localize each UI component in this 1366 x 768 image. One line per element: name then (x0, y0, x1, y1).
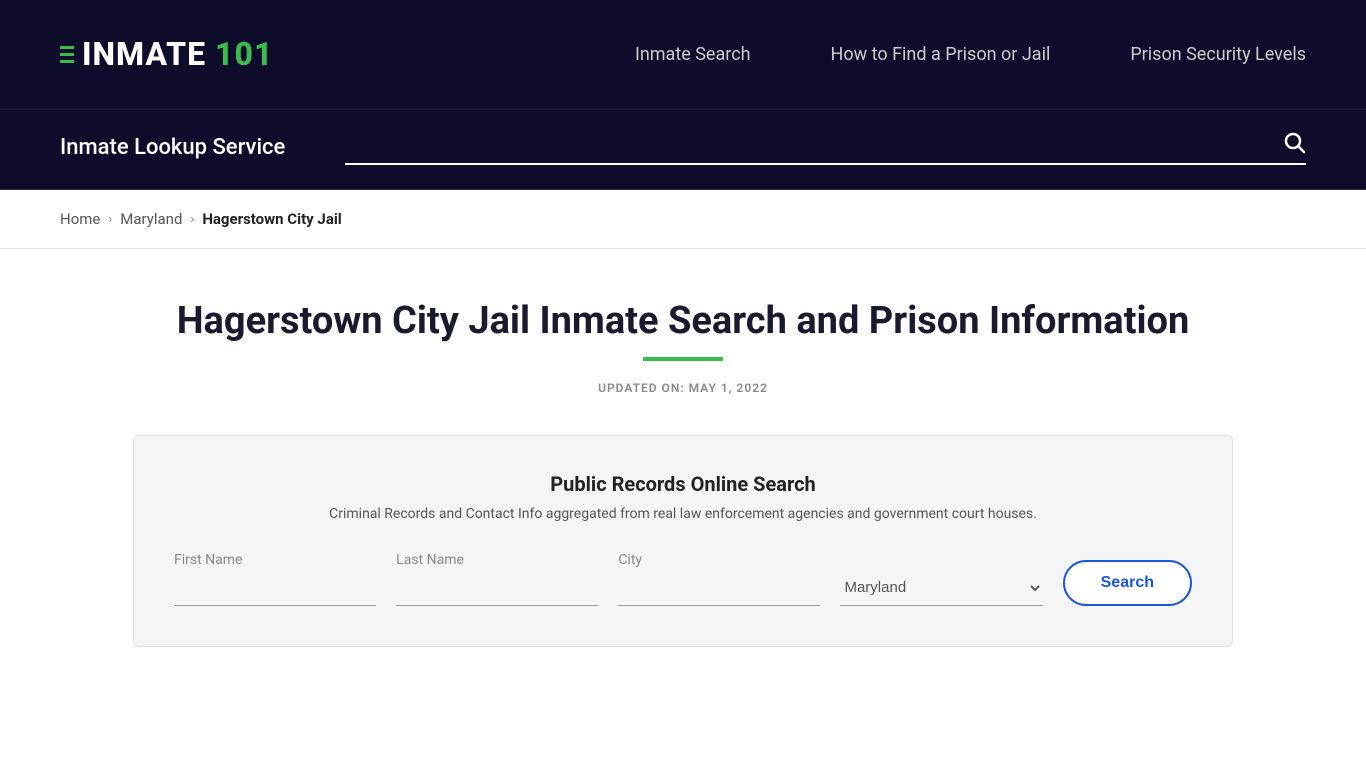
breadcrumb: Home › Maryland › Hagerstown City Jail (60, 210, 1306, 228)
public-records-desc: Criminal Records and Contact Info aggreg… (174, 506, 1192, 522)
breadcrumb-section: Home › Maryland › Hagerstown City Jail (0, 190, 1366, 249)
search-input[interactable] (345, 133, 1282, 154)
search-bar-label: Inmate Lookup Service (60, 135, 285, 160)
nav-link-security-levels[interactable]: Prison Security Levels (1130, 44, 1306, 65)
breadcrumb-home[interactable]: Home (60, 210, 100, 228)
search-bar-section: Inmate Lookup Service (0, 110, 1366, 190)
logo-bars-icon (60, 46, 74, 63)
public-records-box: Public Records Online Search Criminal Re… (133, 435, 1233, 647)
logo-bar-3 (60, 60, 74, 63)
nav-link-how-to-find[interactable]: How to Find a Prison or Jail (831, 44, 1051, 65)
logo-suffix: 101 (206, 35, 273, 73)
state-field: Maryland Alabama Alaska Arizona Californ… (840, 570, 1042, 606)
main-content: Hagerstown City Jail Inmate Search and P… (0, 249, 1366, 687)
first-name-label: First Name (174, 552, 376, 568)
city-label: City (618, 552, 820, 568)
city-field: City (618, 552, 820, 606)
page-title-underline (643, 357, 723, 361)
city-input[interactable] (618, 572, 820, 606)
page-title: Hagerstown City Jail Inmate Search and P… (60, 299, 1306, 345)
search-icon (1282, 130, 1306, 154)
nav-item-how-to-find: How to Find a Prison or Jail (831, 44, 1051, 65)
nav-item-security-levels: Prison Security Levels (1130, 44, 1306, 65)
state-select[interactable]: Maryland Alabama Alaska Arizona Californ… (840, 570, 1042, 606)
nav-link-inmate-search[interactable]: Inmate Search (635, 44, 751, 65)
public-records-search-button[interactable]: Search (1063, 560, 1192, 606)
last-name-label: Last Name (396, 552, 598, 568)
breadcrumb-current: Hagerstown City Jail (202, 210, 341, 228)
breadcrumb-sep-1: › (108, 212, 112, 227)
search-bar-wrapper (345, 130, 1306, 165)
logo-text: INMATE 101 (82, 35, 273, 73)
updated-text: UPDATED ON: MAY 1, 2022 (60, 381, 1306, 395)
nav-item-inmate-search: Inmate Search (635, 44, 751, 65)
first-name-input[interactable] (174, 572, 376, 606)
breadcrumb-sep-2: › (190, 212, 194, 227)
nav-links: Inmate Search How to Find a Prison or Ja… (635, 44, 1306, 65)
last-name-field: Last Name (396, 552, 598, 606)
last-name-input[interactable] (396, 572, 598, 606)
top-nav: INMATE 101 Inmate Search How to Find a P… (0, 0, 1366, 110)
logo-bar-2 (60, 53, 74, 56)
breadcrumb-maryland[interactable]: Maryland (120, 210, 182, 228)
search-submit-button[interactable] (1282, 130, 1306, 157)
logo-bar-1 (60, 46, 74, 49)
first-name-field: First Name (174, 552, 376, 606)
logo[interactable]: INMATE 101 (60, 35, 273, 73)
public-records-title: Public Records Online Search (174, 472, 1192, 496)
search-form-row: First Name Last Name City Maryland Alaba… (174, 552, 1192, 606)
